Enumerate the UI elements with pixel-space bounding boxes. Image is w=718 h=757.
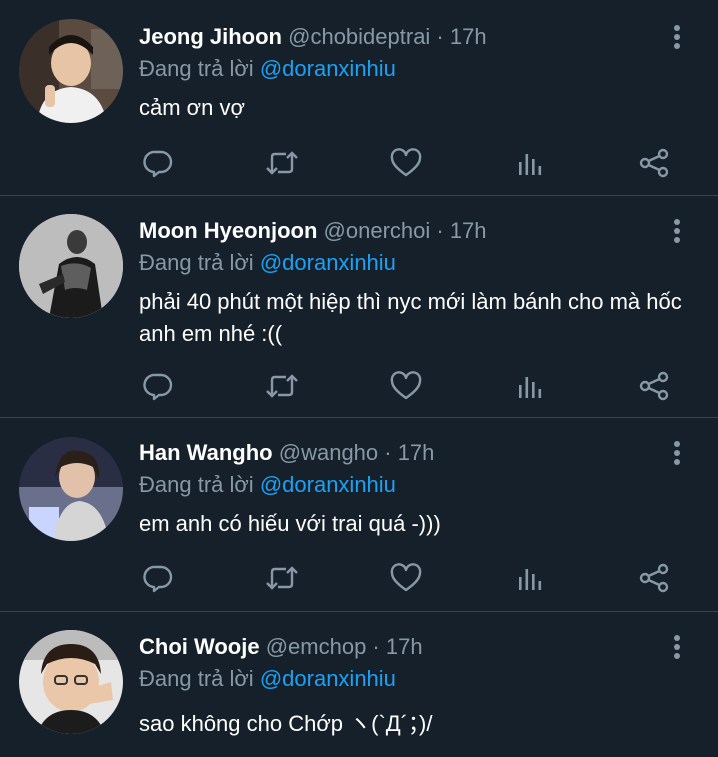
retweet-icon (265, 563, 299, 593)
more-options-button[interactable] (664, 20, 690, 54)
tweet[interactable]: Han Wangho @wangho · 17h Đang trả lời @d… (0, 418, 718, 612)
replying-to: Đang trả lời @doranxinhiu (139, 665, 396, 693)
tweet[interactable]: Moon Hyeonjoon @onerchoi · 17h Đang trả … (0, 196, 718, 418)
replying-to: Đang trả lời @doranxinhiu (139, 55, 396, 83)
display-name[interactable]: Han Wangho (139, 440, 273, 465)
reply-icon (143, 148, 173, 178)
handle-and-time: @emchop · 17h (265, 634, 423, 659)
like-button[interactable] (386, 366, 426, 406)
tweet-actions (138, 558, 678, 598)
avatar[interactable] (19, 19, 123, 123)
share-icon (638, 371, 670, 401)
replying-to: Đang trả lời @doranxinhiu (139, 249, 396, 277)
display-name[interactable]: Choi Wooje (139, 634, 260, 659)
share-button[interactable] (634, 558, 674, 598)
mention-link[interactable]: @doranxinhiu (260, 56, 396, 81)
analytics-button[interactable] (510, 558, 550, 598)
more-vertical-icon (674, 635, 680, 659)
tweet-header: Jeong Jihoon @chobideptrai · 17h (139, 23, 487, 51)
analytics-button[interactable] (510, 366, 550, 406)
retweet-icon (265, 371, 299, 401)
like-button[interactable] (386, 558, 426, 598)
like-icon (390, 563, 422, 593)
tweet-text: phải 40 phút một hiệp thì nyc mới làm bá… (139, 289, 682, 346)
replying-to-label: Đang trả lời (139, 472, 254, 497)
more-options-button[interactable] (664, 214, 690, 248)
avatar[interactable] (19, 214, 123, 318)
replying-to: Đang trả lời @doranxinhiu (139, 471, 396, 499)
handle-and-time: @chobideptrai · 17h (288, 24, 487, 49)
tweet-header: Choi Wooje @emchop · 17h (139, 633, 423, 661)
reply-icon (143, 371, 173, 401)
more-vertical-icon (674, 219, 680, 243)
like-icon (390, 148, 422, 178)
tweet-text: sao không cho Chớp ヽ(`Д´；)/ (139, 711, 433, 736)
share-button[interactable] (634, 366, 674, 406)
mention-link[interactable]: @doranxinhiu (260, 666, 396, 691)
reply-button[interactable] (138, 143, 178, 183)
display-name[interactable]: Moon Hyeonjoon (139, 218, 317, 243)
tweet-header: Moon Hyeonjoon @onerchoi · 17h (139, 217, 487, 245)
avatar[interactable] (19, 437, 123, 541)
tweet[interactable]: Choi Wooje @emchop · 17h Đang trả lời @d… (0, 612, 718, 757)
share-button[interactable] (634, 143, 674, 183)
retweet-button[interactable] (262, 366, 302, 406)
reply-feed: Jeong Jihoon @chobideptrai · 17h Đang tr… (0, 0, 718, 757)
more-vertical-icon (674, 441, 680, 465)
reply-icon (143, 563, 173, 593)
analytics-icon (516, 564, 544, 592)
mention-link[interactable]: @doranxinhiu (260, 472, 396, 497)
tweet-header: Han Wangho @wangho · 17h (139, 439, 434, 467)
replying-to-label: Đang trả lời (139, 666, 254, 691)
share-icon (638, 563, 670, 593)
retweet-button[interactable] (262, 143, 302, 183)
retweet-button[interactable] (262, 558, 302, 598)
reply-button[interactable] (138, 366, 178, 406)
replying-to-label: Đang trả lời (139, 250, 254, 275)
tweet[interactable]: Jeong Jihoon @chobideptrai · 17h Đang tr… (0, 0, 718, 196)
reply-button[interactable] (138, 558, 178, 598)
like-button[interactable] (386, 143, 426, 183)
tweet-actions (138, 143, 678, 183)
like-icon (390, 371, 422, 401)
share-icon (638, 148, 670, 178)
retweet-icon (265, 148, 299, 178)
more-options-button[interactable] (664, 436, 690, 470)
more-vertical-icon (674, 25, 680, 49)
avatar[interactable] (19, 630, 123, 734)
more-options-button[interactable] (664, 630, 690, 664)
replying-to-label: Đang trả lời (139, 56, 254, 81)
analytics-button[interactable] (510, 143, 550, 183)
display-name[interactable]: Jeong Jihoon (139, 24, 282, 49)
handle-and-time: @wangho · 17h (278, 440, 435, 465)
tweet-actions (138, 366, 678, 406)
tweet-text: cảm ơn vợ (139, 95, 245, 120)
tweet-text: em anh có hiếu với trai quá -))) (139, 511, 441, 536)
analytics-icon (516, 372, 544, 400)
mention-link[interactable]: @doranxinhiu (260, 250, 396, 275)
analytics-icon (516, 149, 544, 177)
handle-and-time: @onerchoi · 17h (323, 218, 487, 243)
